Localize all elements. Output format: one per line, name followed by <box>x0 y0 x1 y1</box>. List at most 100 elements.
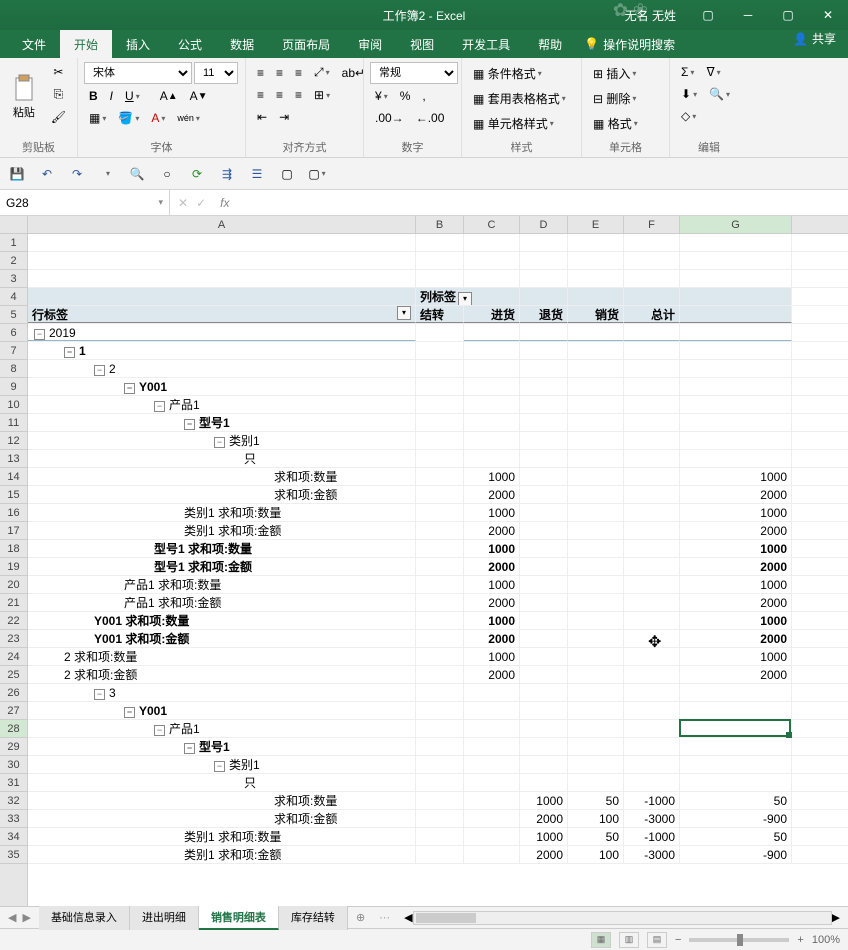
fill-button[interactable]: ⬇ <box>676 84 702 104</box>
row-header-22[interactable]: 22 <box>0 612 27 630</box>
col-header-G[interactable]: G <box>680 216 792 233</box>
row-29[interactable]: −型号1 <box>28 738 848 756</box>
row-header-31[interactable]: 31 <box>0 774 27 792</box>
horizontal-scrollbar[interactable] <box>413 911 832 925</box>
currency-button[interactable]: ¥ <box>370 86 393 106</box>
paste-button[interactable]: 粘贴 <box>6 62 42 132</box>
font-color-button[interactable]: A <box>146 108 170 128</box>
row-header-32[interactable]: 32 <box>0 792 27 810</box>
collapse-toggle[interactable]: − <box>154 401 165 412</box>
row-header-24[interactable]: 24 <box>0 648 27 666</box>
row-header-26[interactable]: 26 <box>0 684 27 702</box>
row-header-1[interactable]: 1 <box>0 234 27 252</box>
sheet-tab[interactable]: 库存结转 <box>279 906 348 930</box>
row-header-6[interactable]: 6 <box>0 324 27 342</box>
tab-insert[interactable]: 插入 <box>112 30 164 58</box>
row-22[interactable]: Y001 求和项:数量10001000 <box>28 612 848 630</box>
row-10[interactable]: −产品1 <box>28 396 848 414</box>
row-23[interactable]: Y001 求和项:金额20002000 <box>28 630 848 648</box>
row-header-15[interactable]: 15 <box>0 486 27 504</box>
row-14[interactable]: 求和项:数量10001000 <box>28 468 848 486</box>
orientation-button[interactable]: ⤢ <box>309 62 335 83</box>
row-32[interactable]: 求和项:数量100050-100050 <box>28 792 848 810</box>
percent-button[interactable]: % <box>395 86 416 106</box>
row-34[interactable]: 类别1 求和项:数量100050-100050 <box>28 828 848 846</box>
row-17[interactable]: 类别1 求和项:金额20002000 <box>28 522 848 540</box>
tab-help[interactable]: 帮助 <box>524 30 576 58</box>
underline-button[interactable]: U <box>120 86 145 106</box>
row-20[interactable]: 产品1 求和项:数量10001000 <box>28 576 848 594</box>
qat-form-button[interactable]: ▢ <box>276 163 298 185</box>
row-9[interactable]: −Y001 <box>28 378 848 396</box>
conditional-format-button[interactable]: ▦ 条件格式 <box>468 62 578 85</box>
cut-button[interactable]: ✂ <box>46 62 71 82</box>
format-painter-button[interactable]: 🖌 <box>46 107 71 127</box>
decrease-decimal-button[interactable]: ←.00 <box>411 108 450 128</box>
find-button[interactable]: 🔍 <box>704 84 735 104</box>
qat-zoom-button[interactable]: 🔍 <box>126 163 148 185</box>
row-header-18[interactable]: 18 <box>0 540 27 558</box>
shrink-font-button[interactable]: A▼ <box>185 86 213 106</box>
minimize-button[interactable]: ─ <box>728 0 768 30</box>
increase-indent-button[interactable]: ⇥ <box>274 107 294 127</box>
row-header-7[interactable]: 7 <box>0 342 27 360</box>
row-header-35[interactable]: 35 <box>0 846 27 864</box>
undo-button[interactable]: ↶ <box>36 163 58 185</box>
insert-cells-button[interactable]: ⊞ 插入 <box>588 62 666 85</box>
tell-me-search[interactable]: 💡 操作说明搜索 <box>584 30 675 58</box>
col-header-D[interactable]: D <box>520 216 568 233</box>
row-header-20[interactable]: 20 <box>0 576 27 594</box>
row-1[interactable] <box>28 234 848 252</box>
qat-list-button[interactable]: ☰ <box>246 163 268 185</box>
maximize-button[interactable]: ▢ <box>768 0 808 30</box>
row-16[interactable]: 类别1 求和项:数量10001000 <box>28 504 848 522</box>
row-header-8[interactable]: 8 <box>0 360 27 378</box>
row-header-13[interactable]: 13 <box>0 450 27 468</box>
row-header-25[interactable]: 25 <box>0 666 27 684</box>
row-5[interactable]: 行标签▾结转进货退货销货总计 <box>28 306 848 324</box>
comma-button[interactable]: , <box>417 86 430 106</box>
qat-macro-button[interactable]: ▢ <box>306 163 328 185</box>
merge-button[interactable]: ⊞ <box>309 85 335 105</box>
copy-button[interactable]: ⎘ <box>46 84 71 105</box>
name-box[interactable]: G28 <box>0 190 170 215</box>
row-2[interactable] <box>28 252 848 270</box>
collapse-toggle[interactable]: − <box>184 419 195 430</box>
row-header-12[interactable]: 12 <box>0 432 27 450</box>
row-15[interactable]: 求和项:金额20002000 <box>28 486 848 504</box>
collapse-toggle[interactable]: − <box>154 725 165 736</box>
row-header-27[interactable]: 27 <box>0 702 27 720</box>
row-header-19[interactable]: 19 <box>0 558 27 576</box>
row-4[interactable]: 列标签▾ <box>28 288 848 306</box>
row-24[interactable]: 2 求和项:数量10001000 <box>28 648 848 666</box>
fx-label[interactable]: fx <box>214 190 235 215</box>
select-all-corner[interactable] <box>0 216 28 233</box>
formula-input[interactable] <box>235 190 848 215</box>
collapse-toggle[interactable]: − <box>214 761 225 772</box>
col-header-C[interactable]: C <box>464 216 520 233</box>
tab-view[interactable]: 视图 <box>396 30 448 58</box>
row-26[interactable]: −3 <box>28 684 848 702</box>
align-middle-button[interactable]: ≡ <box>271 62 288 83</box>
row-header-11[interactable]: 11 <box>0 414 27 432</box>
cell-styles-button[interactable]: ▦ 单元格样式 <box>468 112 578 135</box>
row-label-filter[interactable]: ▾ <box>397 306 411 320</box>
row-header-16[interactable]: 16 <box>0 504 27 522</box>
cells-area[interactable]: ✥ 列标签▾行标签▾结转进货退货销货总计−2019−1−2−Y001−产品1−型… <box>28 234 848 906</box>
increase-decimal-button[interactable]: .00→ <box>370 108 409 128</box>
row-header-17[interactable]: 17 <box>0 522 27 540</box>
collapse-toggle[interactable]: − <box>124 707 135 718</box>
redo-button[interactable]: ↷ <box>66 163 88 185</box>
row-35[interactable]: 类别1 求和项:金额2000100-3000-900 <box>28 846 848 864</box>
row-19[interactable]: 型号1 求和项:金额20002000 <box>28 558 848 576</box>
tab-layout[interactable]: 页面布局 <box>268 30 344 58</box>
spreadsheet-grid[interactable]: ABCDEFG 12345678910111213141516171819202… <box>0 216 848 906</box>
share-button[interactable]: 👤 共享 <box>793 30 836 47</box>
font-name-select[interactable]: 宋体 <box>84 62 192 84</box>
qat-outline-button[interactable]: ⇶ <box>216 163 238 185</box>
qat-refresh-button[interactable]: ⟳ <box>186 163 208 185</box>
collapse-toggle[interactable]: − <box>64 347 75 358</box>
grow-font-button[interactable]: A▲ <box>155 86 183 106</box>
save-button[interactable]: 💾 <box>6 163 28 185</box>
align-bottom-button[interactable]: ≡ <box>290 62 307 83</box>
